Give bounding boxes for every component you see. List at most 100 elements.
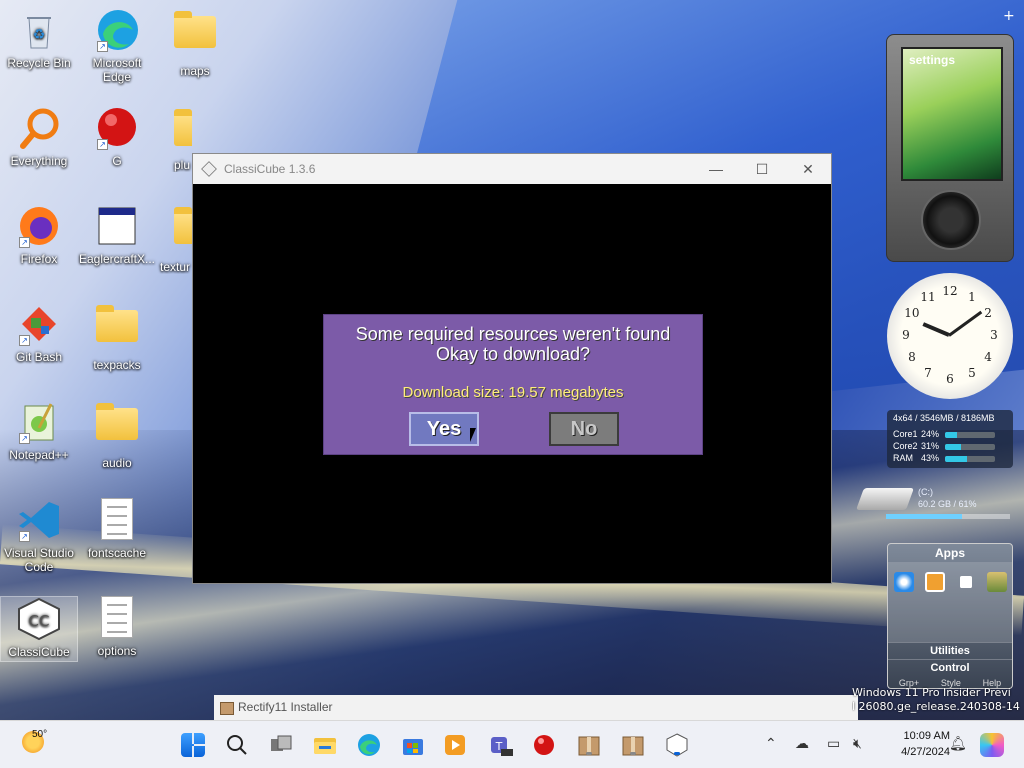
- small-window-icon[interactable]: [959, 576, 972, 588]
- weather-temperature: 50°: [32, 729, 48, 740]
- start-windows-icon[interactable]: [181, 733, 205, 757]
- window-title: ClassiCube 1.3.6: [224, 162, 316, 176]
- running-indicator: [630, 752, 636, 755]
- chevron-up-icon[interactable]: ⌃: [765, 735, 777, 752]
- search-icon[interactable]: [225, 733, 249, 757]
- desktop-icon-classicube[interactable]: CC ClassiCube: [0, 596, 78, 662]
- clock-numeral: 6: [946, 372, 954, 386]
- magnifier-icon: [17, 106, 61, 150]
- meter-bar: [945, 443, 995, 450]
- installer-label: Rectify11 Installer: [238, 700, 333, 714]
- clock-numeral: 5: [968, 366, 976, 381]
- red-ball-taskbar-icon[interactable]: [532, 733, 556, 757]
- desktop-icon-plugins[interactable]: plu: [156, 106, 192, 172]
- classicube-taskbar-icon[interactable]: [665, 733, 689, 757]
- desktop-icon-g[interactable]: ↗ G: [78, 106, 156, 168]
- edge-taskbar-icon[interactable]: [357, 733, 381, 757]
- maximize-button[interactable]: ☐: [739, 154, 785, 184]
- app-cube-icon: [201, 161, 217, 177]
- shortcut-arrow-icon: ↗: [97, 139, 108, 150]
- firefox-icon: ↗: [17, 204, 61, 248]
- clock-numeral: 7: [924, 366, 932, 381]
- shortcut-arrow-icon: ↗: [19, 237, 30, 248]
- dialog-message-line1: Some required resources weren't found: [355, 324, 671, 344]
- installer-box-icon-2[interactable]: [621, 733, 645, 757]
- hard-drive-icon: [855, 488, 915, 510]
- meter-bar: [945, 455, 995, 462]
- display-icon[interactable]: ▭: [827, 735, 840, 752]
- classicube-window[interactable]: ClassiCube 1.3.6 — ☐ ✕ Some required res…: [192, 153, 832, 584]
- taskbar-clock[interactable]: 10:09 AM 4/27/2024: [880, 728, 950, 760]
- media-player-icon[interactable]: [924, 572, 945, 592]
- volume-muted-icon[interactable]: 🔇︎: [853, 735, 862, 752]
- desktop-icon-eaglercraft[interactable]: EaglercraftX...: [78, 204, 156, 266]
- copilot-icon[interactable]: [980, 733, 1004, 757]
- installer-notification[interactable]: Rectify11 Installer: [214, 695, 858, 720]
- folder-icon: [173, 11, 217, 60]
- shortcut-arrow-icon: ↗: [19, 335, 30, 346]
- desktop-icon-options[interactable]: options: [78, 596, 156, 658]
- zune-pad-button[interactable]: [921, 190, 981, 250]
- meter-header: 4x64 / 3546MB / 8186MB: [893, 413, 995, 423]
- minimize-button[interactable]: —: [693, 154, 739, 184]
- notification-bell-icon[interactable]: 🔔︎: [949, 735, 967, 752]
- apps-launcher-gadget: Apps Utilities Control Grp+ Style Help: [887, 543, 1013, 689]
- desktop-icon-maps[interactable]: maps: [156, 8, 234, 78]
- desktop-icon-vscode[interactable]: ↗ Visual Studio Code: [0, 498, 78, 574]
- store-icon[interactable]: [401, 733, 425, 757]
- sidebar-add-icon[interactable]: +: [1003, 8, 1015, 24]
- desktop-icon-firefox[interactable]: ↗ Firefox: [0, 204, 78, 266]
- clock-numeral: 8: [908, 350, 916, 364]
- vscode-icon: ↗: [17, 498, 61, 542]
- recycle-bin-icon: ♻: [17, 8, 61, 52]
- svg-text:CC: CC: [29, 612, 50, 630]
- folder-icon: [174, 109, 192, 158]
- installer-box-icon[interactable]: [577, 733, 601, 757]
- desktop-icon-git-bash[interactable]: ↗ Git Bash: [0, 302, 78, 364]
- drive-usage-bar: [886, 514, 1010, 519]
- document-icon: [95, 498, 139, 542]
- active-indicator: [674, 752, 680, 755]
- no-button[interactable]: No: [549, 412, 619, 446]
- file-explorer-icon[interactable]: [313, 733, 337, 757]
- desktop-icon-notepadpp[interactable]: ↗ Notepad++: [0, 400, 78, 462]
- desktop-icon-everything[interactable]: Everything: [0, 106, 78, 168]
- apps-utilities[interactable]: Utilities: [888, 642, 1012, 659]
- apps-title: Apps: [935, 546, 965, 560]
- taskbar-date: 4/27/2024: [901, 746, 950, 758]
- zune-screen: settings: [901, 47, 1003, 181]
- clock-numeral: 4: [984, 350, 992, 364]
- desktop-icon-textures[interactable]: textur: [156, 204, 192, 274]
- desktop-icon-texpacks[interactable]: texpacks: [78, 302, 156, 372]
- drive-usage: 60.2 GB / 61%: [918, 499, 977, 509]
- classicube-icon: CC: [17, 597, 61, 641]
- desktop-icon-recycle-bin[interactable]: ♻ Recycle Bin: [0, 8, 78, 70]
- apps-icon-row: [888, 562, 1012, 642]
- shortcut-arrow-icon: ↗: [19, 433, 30, 444]
- teams-icon[interactable]: T: [489, 733, 513, 757]
- drive-label: (C:): [918, 487, 933, 497]
- mouse-cursor-icon: [470, 428, 482, 442]
- taskbar-time: 10:09 AM: [903, 730, 950, 742]
- running-indicator: [586, 752, 592, 755]
- close-button[interactable]: ✕: [785, 154, 831, 184]
- onedrive-icon[interactable]: ☁: [795, 735, 809, 752]
- clock-numeral: 10: [904, 306, 920, 320]
- analog-clock-gadget: 12 1 2 3 4 5 6 7 8 9 10 11: [887, 273, 1013, 399]
- zune-gadget[interactable]: settings: [886, 34, 1014, 262]
- desktop-icon-audio[interactable]: audio: [78, 400, 156, 470]
- build-watermark: Windows 11 Pro Insider Previ l 26080.ge_…: [852, 686, 1020, 713]
- desktop-icon-fontscache[interactable]: fontscache: [78, 498, 156, 560]
- edge-icon: ↗: [95, 8, 139, 52]
- clock-hour-hand: [922, 322, 950, 337]
- media-player-taskbar-icon[interactable]: [443, 733, 467, 757]
- task-view-icon[interactable]: [269, 733, 293, 757]
- apps-control[interactable]: Control: [888, 659, 1012, 676]
- download-dialog: Some required resources weren't found Ok…: [323, 314, 703, 455]
- window-titlebar[interactable]: ClassiCube 1.3.6 — ☐ ✕: [193, 154, 831, 184]
- document-icon: [95, 596, 139, 640]
- desktop-icon-edge[interactable]: ↗ Microsoft Edge: [78, 8, 156, 84]
- internet-explorer-icon[interactable]: [893, 572, 914, 592]
- hourglass-icon[interactable]: [986, 572, 1007, 592]
- yes-button[interactable]: Yes: [409, 412, 479, 446]
